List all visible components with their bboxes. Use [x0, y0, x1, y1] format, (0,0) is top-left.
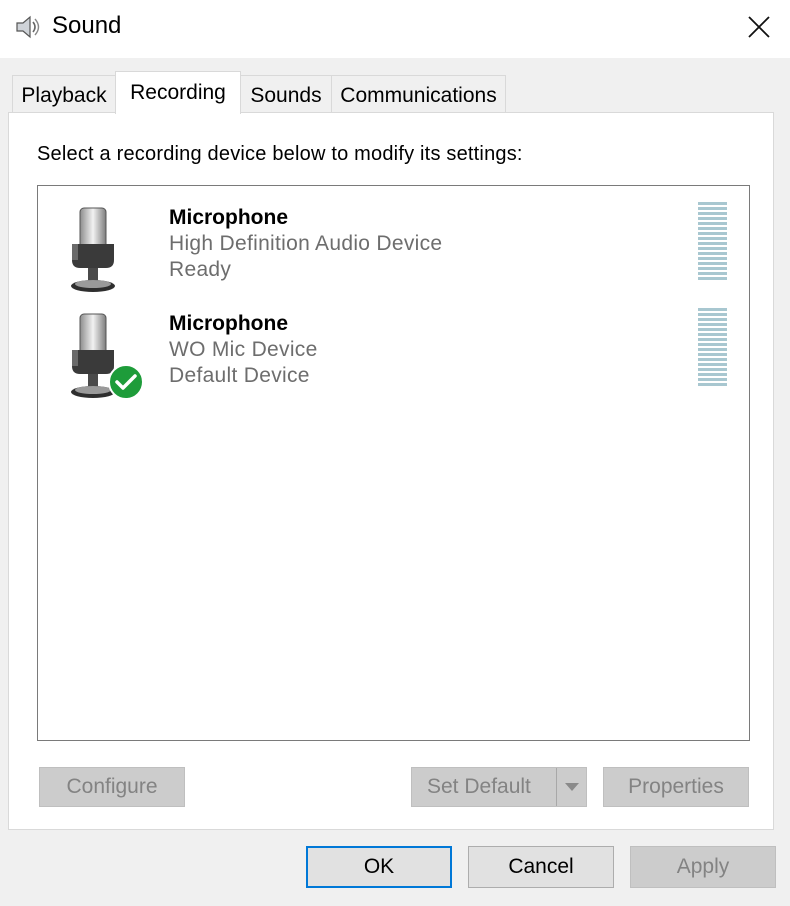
recording-panel: Select a recording device below to modif…	[8, 112, 774, 830]
tab-sounds[interactable]: Sounds	[240, 75, 332, 115]
tab-communications-label: Communications	[340, 83, 497, 107]
title-bar: Sound	[0, 0, 790, 58]
tab-sounds-label: Sounds	[250, 83, 322, 107]
level-meter	[698, 308, 728, 386]
apply-button[interactable]: Apply	[630, 846, 776, 888]
apply-button-label: Apply	[676, 855, 730, 878]
configure-button[interactable]: Configure	[39, 767, 185, 807]
ok-button-label: OK	[363, 855, 395, 878]
cancel-button[interactable]: Cancel	[468, 846, 614, 888]
device-name: Microphone	[169, 312, 288, 335]
tab-communications[interactable]: Communications	[331, 75, 506, 115]
tab-playback[interactable]: Playback	[12, 75, 116, 115]
microphone-icon	[71, 207, 115, 292]
microphone-icon	[71, 313, 144, 400]
ok-button[interactable]: OK	[306, 846, 452, 888]
device-item-wo-mic[interactable]: Microphone WO Mic Device Default Device	[38, 302, 749, 406]
green-check-icon	[108, 364, 144, 400]
device-description: High Definition Audio Device	[169, 232, 443, 255]
tab-playback-label: Playback	[21, 83, 107, 107]
level-meter	[698, 202, 728, 280]
speaker-icon	[16, 15, 40, 39]
device-name: Microphone	[169, 206, 288, 229]
configure-button-label: Configure	[66, 775, 158, 798]
device-status: Ready	[169, 258, 232, 281]
device-list[interactable]: Microphone High Definition Audio Device …	[37, 185, 750, 741]
close-button[interactable]	[728, 0, 790, 54]
properties-button-label: Properties	[628, 775, 724, 798]
window-title: Sound	[52, 12, 122, 39]
close-icon	[748, 16, 770, 38]
instruction-text: Select a recording device below to modif…	[37, 143, 523, 165]
tab-recording[interactable]: Recording	[115, 71, 241, 114]
chevron-down-icon	[564, 783, 579, 791]
set-default-button-label: Set Default	[427, 775, 531, 798]
device-description: WO Mic Device	[169, 338, 318, 361]
device-status: Default Device	[169, 364, 310, 387]
device-item-hd-audio[interactable]: Microphone High Definition Audio Device …	[38, 196, 749, 300]
properties-button[interactable]: Properties	[603, 767, 749, 807]
tab-recording-label: Recording	[130, 81, 226, 104]
set-default-dropdown[interactable]	[556, 768, 586, 806]
cancel-button-label: Cancel	[508, 855, 574, 878]
set-default-button[interactable]: Set Default	[411, 767, 587, 807]
